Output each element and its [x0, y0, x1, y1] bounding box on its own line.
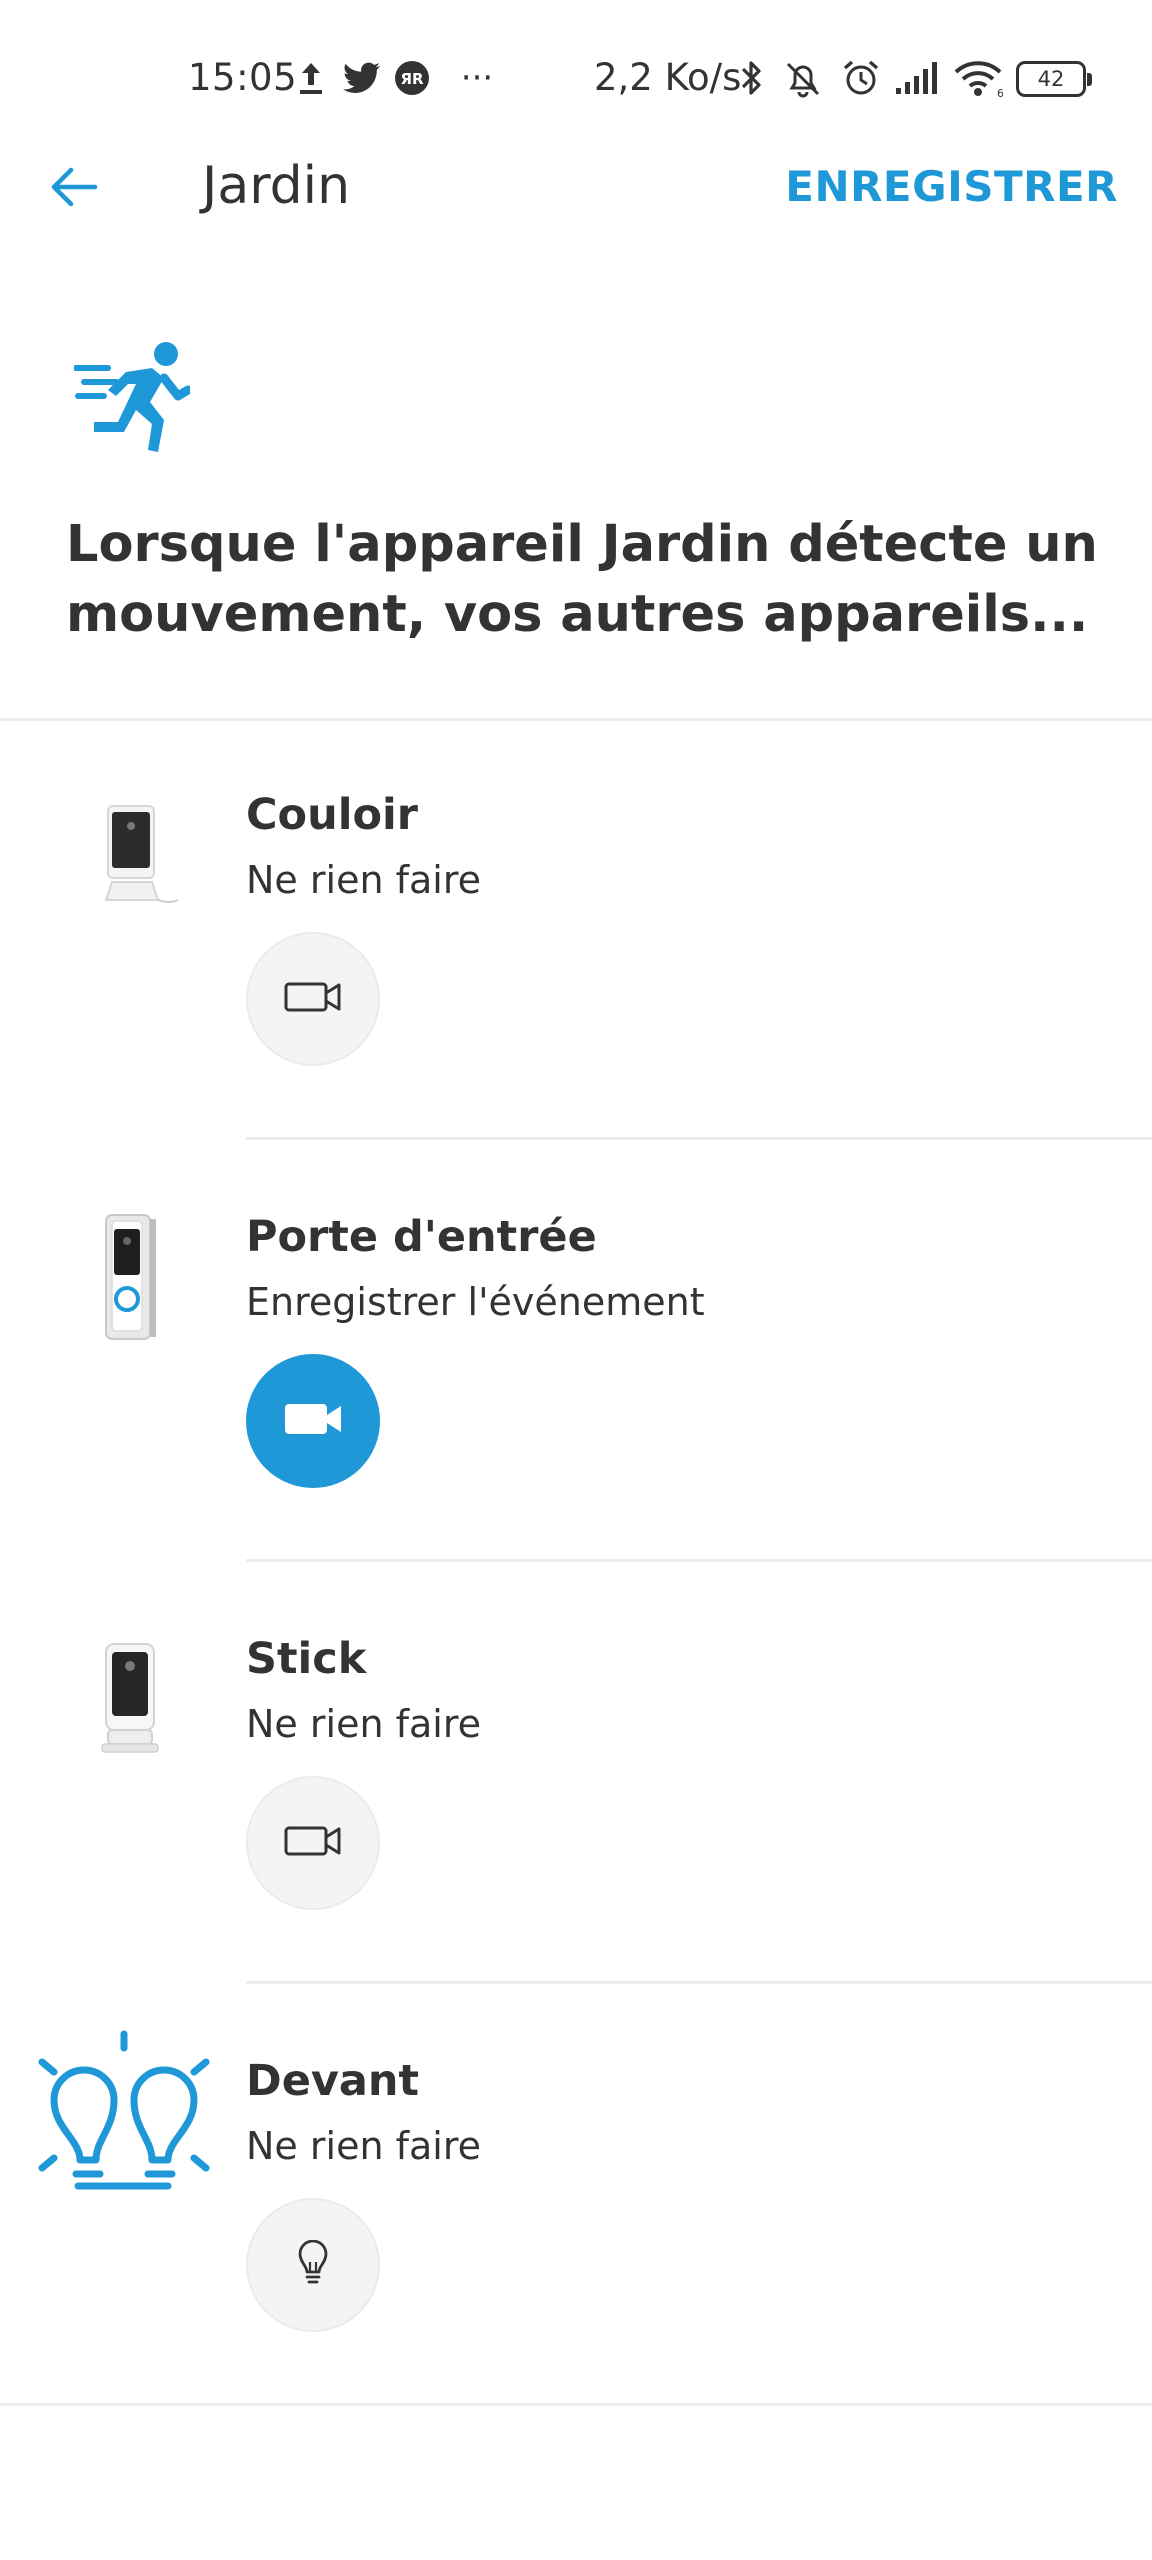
device-name: Porte d'entrée: [246, 1212, 597, 1262]
back-arrow-icon[interactable]: [44, 150, 104, 224]
twitter-icon: [340, 56, 384, 100]
stick-camera-image: [40, 1624, 210, 1774]
device-row-stick[interactable]: Stick Ne rien faire: [0, 1584, 1152, 2004]
device-name: Devant: [246, 2056, 420, 2106]
video-camera-outline-icon: [284, 979, 342, 1019]
record-toggle-button[interactable]: [246, 932, 380, 1066]
svg-text:ЯR: ЯR: [400, 70, 424, 88]
device-row-couloir[interactable]: Couloir Ne rien faire: [0, 740, 1152, 1160]
device-row-porte-entree[interactable]: Porte d'entrée Enregistrer l'événement: [0, 1162, 1152, 1582]
device-action: Ne rien faire: [246, 2124, 481, 2168]
row-divider: [246, 1559, 1152, 1562]
indoor-camera-image: [40, 780, 210, 930]
light-toggle-button[interactable]: [246, 2198, 380, 2332]
device-name: Couloir: [246, 790, 418, 840]
device-action: Ne rien faire: [246, 1702, 481, 1746]
more-notifications-icon: ···: [460, 58, 494, 98]
device-name: Stick: [246, 1634, 367, 1684]
save-button[interactable]: ENREGISTRER: [785, 162, 1118, 211]
lightbulb-icon: [297, 2239, 329, 2290]
status-bar: 15:05 ЯR ··· 2,2 Ko/s 6 42: [0, 0, 1152, 150]
page-title: Jardin: [202, 156, 351, 216]
wifi-icon: 6: [952, 56, 1004, 100]
smart-lights-icon: [34, 2026, 214, 2206]
row-divider: [246, 1137, 1152, 1140]
video-camera-filled-icon: [283, 1400, 343, 1442]
device-action: Ne rien faire: [246, 858, 481, 902]
record-toggle-button[interactable]: [246, 1354, 380, 1488]
doorbell-image: [40, 1202, 210, 1352]
signal-icon: [892, 56, 942, 100]
muted-bell-icon: [780, 56, 826, 100]
motion-description: Lorsque l'appareil Jardin détecte un mou…: [66, 515, 1098, 644]
bluetooth-icon: [736, 56, 766, 100]
device-row-devant[interactable]: Devant Ne rien faire: [0, 2006, 1152, 2426]
section-divider: [0, 718, 1152, 721]
motion-running-icon: [73, 340, 193, 460]
section-divider: [0, 2403, 1152, 2406]
app-bar: Jardin ENREGISTRER: [0, 150, 1152, 280]
battery-icon: 42: [1016, 61, 1092, 97]
row-divider: [246, 1981, 1152, 1984]
upload-icon: [296, 56, 326, 100]
alarm-icon: [838, 56, 884, 100]
svg-text:6: 6: [997, 87, 1003, 98]
app-notification-icon: ЯR: [392, 56, 432, 100]
record-toggle-button[interactable]: [246, 1776, 380, 1910]
network-speed: 2,2 Ko/s: [594, 56, 742, 99]
device-action: Enregistrer l'événement: [246, 1280, 705, 1324]
status-time: 15:05: [188, 56, 298, 99]
video-camera-outline-icon: [284, 1823, 342, 1863]
